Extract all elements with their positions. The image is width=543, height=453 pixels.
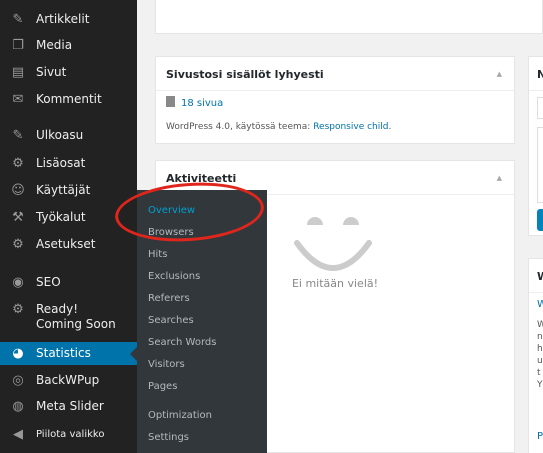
sidebar-item[interactable]: ✎ Ulkoasu — [0, 124, 137, 147]
sidebar-item-label: Statistics — [36, 346, 91, 360]
meta-slider-icon: ◍ — [12, 399, 24, 414]
pie-chart-icon: ◕ — [12, 346, 24, 361]
sidebar-item[interactable]: ✎ Artikkelit — [0, 8, 137, 31]
sidebar-item-label: Ready! Coming Soon — [36, 302, 116, 331]
pages-count-link[interactable]: 18 sivua — [181, 98, 223, 109]
sidebar-item[interactable]: ⚙ Asetukset — [0, 233, 137, 256]
sidebar-item-label: Kommentit — [36, 92, 102, 106]
news-link[interactable]: W — [537, 299, 543, 310]
appearance-icon: ✎ — [12, 128, 24, 143]
sidebar-item-label: Sivut — [36, 65, 67, 79]
top-widget — [155, 0, 543, 34]
sidebar-item[interactable]: ☺ Käyttäjät — [0, 179, 137, 202]
right-top-box: N — [528, 56, 543, 236]
flyout-item-pages[interactable]: Pages — [148, 380, 177, 394]
left-eye — [307, 217, 323, 225]
flyout-item-search-words[interactable]: Search Words — [148, 336, 216, 350]
seo-icon: ◉ — [12, 275, 24, 290]
excerpt-line: t — [537, 368, 541, 378]
pages-icon: ▤ — [11, 65, 25, 80]
save-draft-button[interactable] — [537, 209, 543, 231]
sidebar-item[interactable]: ⚙ Lisäosat — [0, 152, 137, 175]
sidebar-item[interactable]: ◎ BackWPup — [0, 369, 137, 392]
sidebar-item-label: Lisäosat — [36, 156, 86, 170]
sidebar-item-label: Meta Slider — [36, 399, 104, 413]
flyout-item-referers[interactable]: Referers — [148, 292, 190, 306]
sidebar-item[interactable]: ▤ Sivut — [0, 61, 137, 84]
users-icon: ☺ — [11, 183, 25, 198]
right-eye — [343, 217, 359, 225]
sidebar-item-label: SEO — [36, 275, 61, 289]
excerpt-line: W — [537, 320, 543, 330]
flyout-item-visitors[interactable]: Visitors — [148, 358, 185, 372]
sidebar-item-label: Työkalut — [36, 210, 86, 224]
flyout-item-settings[interactable]: Settings — [148, 431, 189, 445]
glance-box: Sivustosi sisällöt lyhyesti ▲ 18 sivua W… — [155, 56, 515, 144]
pin-icon: ✎ — [12, 12, 24, 27]
toggle-arrow-icon[interactable]: ▲ — [497, 174, 502, 182]
sidebar-item[interactable]: ⚙ Ready! Coming Soon — [0, 298, 137, 336]
sidebar-item-label: Media — [36, 38, 73, 52]
admin-sidebar: ✎ Artikkelit ❐ Media ▤ Sivut ✉ Kommentit ✎ Ulkoas… — [0, 0, 137, 453]
excerpt-line: n — [537, 332, 543, 342]
footer-link[interactable]: P — [537, 431, 543, 442]
right-bottom-box-title: W — [537, 270, 543, 283]
sidebar-item[interactable]: ❐ Media — [0, 34, 137, 57]
sidebar-item-label: Piilota valikko — [36, 429, 105, 440]
smiley-icon — [294, 217, 372, 271]
pages-count-row: 18 sivua — [166, 96, 223, 109]
active-indicator-arrow — [130, 347, 137, 361]
sidebar-item[interactable]: ◉ SEO — [0, 271, 137, 294]
settings-icon: ⚙ — [12, 237, 24, 252]
right-top-box-title: N — [537, 68, 543, 81]
sidebar-item[interactable]: ✉ Kommentit — [0, 88, 137, 111]
flyout-item-optimization[interactable]: Optimization — [148, 409, 212, 423]
excerpt-line: h — [537, 344, 543, 354]
collapse-icon: ◀ — [13, 427, 23, 442]
input-field[interactable] — [537, 97, 543, 119]
backwpup-icon: ◎ — [12, 373, 24, 388]
divider — [529, 292, 543, 293]
sidebar-item-label: Käyttäjät — [36, 183, 91, 197]
right-bottom-box: W W WnhutY P — [528, 258, 543, 453]
sidebar-item-label: Artikkelit — [36, 12, 90, 26]
toggle-arrow-icon[interactable]: ▲ — [497, 70, 502, 78]
smile — [294, 240, 372, 271]
sidebar-item-label: BackWPup — [36, 373, 100, 387]
gear-icon: ⚙ — [12, 302, 24, 317]
divider — [529, 90, 543, 91]
glance-box-title: Sivustosi sisällöt lyhyesti — [166, 68, 324, 81]
textarea-field[interactable] — [537, 127, 543, 203]
sidebar-item[interactable]: ◕ Statistics — [0, 342, 137, 365]
theme-link[interactable]: Responsive child — [313, 122, 388, 132]
plugins-icon: ⚙ — [12, 156, 24, 171]
excerpt-line: u — [537, 356, 543, 366]
sidebar-item-label: Ulkoasu — [36, 128, 84, 142]
tools-icon: ⚒ — [12, 210, 24, 225]
sidebar-item-label: Asetukset — [36, 237, 96, 251]
divider — [156, 90, 514, 91]
flyout-item-exclusions[interactable]: Exclusions — [148, 270, 200, 284]
sidebar-item[interactable]: ◀ Piilota valikko — [0, 423, 137, 446]
sidebar-item[interactable]: ◍ Meta Slider — [0, 395, 137, 418]
flyout-item-hits[interactable]: Hits — [148, 248, 167, 262]
pages-icon — [166, 96, 175, 107]
flyout-item-searches[interactable]: Searches — [148, 314, 194, 328]
comments-icon: ✉ — [12, 92, 24, 107]
news-excerpt: WnhutY — [537, 319, 543, 391]
media-icon: ❐ — [12, 38, 24, 53]
excerpt-line: Y — [537, 380, 543, 390]
version-text: WordPress 4.0, käytössä teema: Responsiv… — [166, 122, 392, 132]
